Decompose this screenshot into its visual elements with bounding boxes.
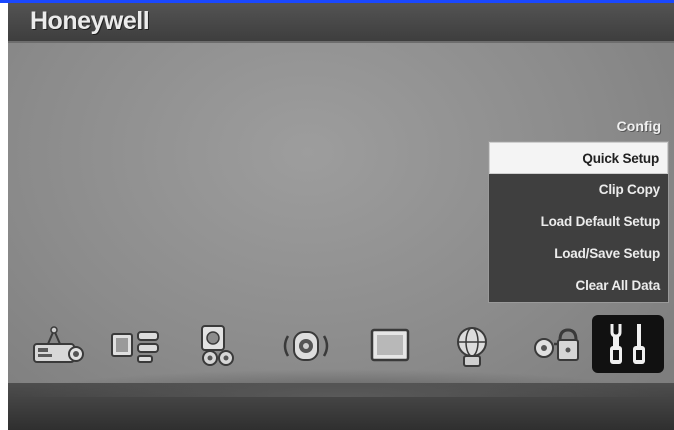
main-icon-bar xyxy=(8,315,674,377)
device-setup-icon[interactable] xyxy=(22,315,94,377)
monitor-icon[interactable] xyxy=(354,315,426,377)
menu-item-quick-setup[interactable]: Quick Setup xyxy=(489,142,668,174)
security-lock-icon[interactable] xyxy=(520,315,592,377)
menu-title: Config xyxy=(616,118,661,134)
config-tools-icon[interactable] xyxy=(592,315,664,373)
config-menu: Quick Setup Clip Copy Load Default Setup… xyxy=(488,141,669,303)
storage-disk-icon[interactable] xyxy=(184,315,256,377)
header-bar: Honeywell xyxy=(8,3,674,43)
network-globe-icon[interactable] xyxy=(436,315,508,377)
menu-item-clear-all-data[interactable]: Clear All Data xyxy=(489,270,668,302)
menu-item-clip-copy[interactable]: Clip Copy xyxy=(489,174,668,206)
camera-display-icon[interactable] xyxy=(100,315,172,377)
audio-alarm-icon[interactable] xyxy=(270,315,342,377)
dvr-screen: Honeywell Config Quick Setup Clip Copy L… xyxy=(8,3,674,430)
footer-bar xyxy=(8,369,674,430)
brand-logo: Honeywell xyxy=(30,7,150,35)
menu-item-load-default-setup[interactable]: Load Default Setup xyxy=(489,206,668,238)
menu-item-load-save-setup[interactable]: Load/Save Setup xyxy=(489,238,668,270)
